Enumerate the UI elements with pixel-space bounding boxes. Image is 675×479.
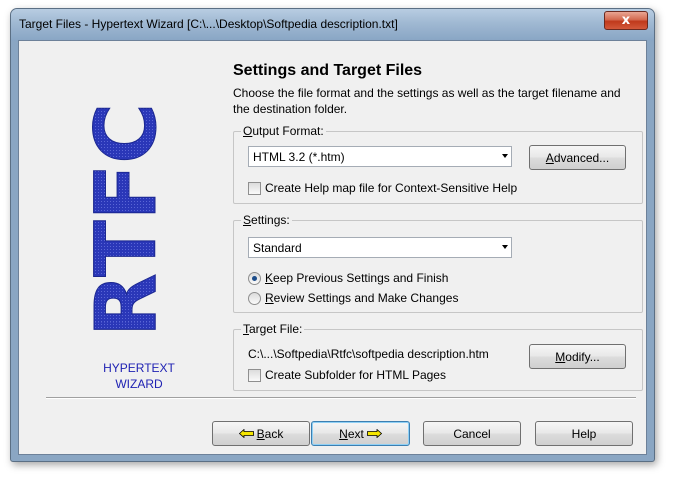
output-format-select[interactable]: HTML 3.2 (*.htm): [248, 146, 512, 167]
help-map-label: Create Help map file for Context-Sensiti…: [265, 181, 518, 195]
next-button[interactable]: Next: [311, 421, 410, 446]
keep-settings-radio[interactable]: Keep Previous Settings and Finish: [248, 271, 448, 285]
review-settings-label: Review Settings and Make Changes: [265, 291, 458, 305]
output-format-legend-accel: O: [243, 124, 253, 138]
modify-accel: M: [555, 349, 566, 364]
review-settings-radio[interactable]: Review Settings and Make Changes: [248, 291, 458, 305]
back-button[interactable]: Back: [212, 421, 310, 446]
output-format-selected: HTML 3.2 (*.htm): [253, 150, 345, 164]
keep-settings-accel: K: [265, 271, 274, 285]
window-title: Target Files - Hypertext Wizard [C:\...\…: [19, 17, 398, 31]
target-file-legend-text: arget File:: [249, 322, 303, 336]
subfolder-label: Create Subfolder for HTML Pages: [265, 368, 446, 382]
title-bar[interactable]: Target Files - Hypertext Wizard [C:\...\…: [11, 9, 654, 41]
footer-separator: [46, 397, 636, 399]
target-file-group: Target File: C:\...\Softpedia\Rtfc\softp…: [233, 322, 643, 391]
wizard-label-line2: WIZARD: [115, 377, 163, 391]
output-format-legend: Output Format:: [241, 124, 326, 138]
target-file-path: C:\...\Softpedia\Rtfc\softpedia descript…: [248, 347, 489, 361]
help-map-checkbox[interactable]: Create Help map file for Context-Sensiti…: [248, 181, 517, 195]
next-accel: N: [339, 426, 348, 441]
chevron-down-icon: [502, 245, 508, 249]
help-map-checkbox-box[interactable]: [248, 181, 261, 195]
settings-selected: Standard: [253, 241, 302, 255]
rtfc-logo-text: RTFC: [77, 103, 173, 337]
wizard-client-area: RTFC HYPERTEXT WIZARD Settings and Targe…: [18, 40, 647, 455]
right-arrow-icon: [366, 429, 382, 438]
advanced-button[interactable]: Advanced...: [529, 145, 626, 170]
wizard-label: HYPERTEXT WIZARD: [79, 360, 199, 392]
help-button[interactable]: Help: [535, 421, 633, 446]
close-icon: x: [621, 13, 631, 28]
wizard-window: Target Files - Hypertext Wizard [C:\...\…: [10, 8, 655, 462]
settings-group: Settings: Standard Keep Previous Setting…: [233, 213, 643, 313]
target-file-legend: Target File:: [241, 322, 305, 336]
settings-legend-text: ettings:: [251, 213, 290, 227]
modify-button[interactable]: Modify...: [529, 344, 626, 369]
cancel-button[interactable]: Cancel: [423, 421, 521, 446]
keep-settings-label: Keep Previous Settings and Finish: [265, 271, 448, 285]
output-format-legend-text: utput Format:: [252, 124, 324, 138]
modify-label: odify...: [565, 349, 600, 364]
chevron-down-icon: [502, 154, 508, 158]
keep-settings-text: eep Previous Settings and Finish: [273, 271, 449, 285]
page-description: Choose the file format and the settings …: [233, 86, 621, 116]
settings-legend: Settings:: [241, 213, 292, 227]
next-text: ext: [347, 426, 364, 441]
settings-select[interactable]: Standard: [248, 237, 512, 258]
review-settings-radio-dot[interactable]: [248, 291, 261, 305]
rtfc-logo: RTFC: [77, 103, 174, 338]
output-format-group: Output Format: HTML 3.2 (*.htm) Advanced…: [233, 124, 643, 204]
left-arrow-icon: [238, 429, 254, 438]
subfolder-checkbox[interactable]: Create Subfolder for HTML Pages: [248, 368, 446, 382]
next-label: Next: [339, 427, 364, 441]
close-button[interactable]: x: [604, 11, 648, 30]
settings-legend-accel: S: [243, 213, 252, 227]
advanced-accel: A: [545, 150, 554, 165]
subfolder-checkbox-box[interactable]: [248, 368, 261, 382]
back-accel: B: [256, 426, 265, 441]
back-label: Back: [257, 427, 284, 441]
review-settings-accel: R: [265, 291, 274, 305]
page-title: Settings and Target Files: [233, 62, 423, 79]
keep-settings-radio-dot[interactable]: [248, 271, 261, 285]
wizard-label-line1: HYPERTEXT: [103, 361, 175, 375]
review-settings-text: eview Settings and Make Changes: [273, 291, 459, 305]
advanced-label: dvanced...: [553, 150, 610, 165]
back-text: ack: [264, 426, 284, 441]
